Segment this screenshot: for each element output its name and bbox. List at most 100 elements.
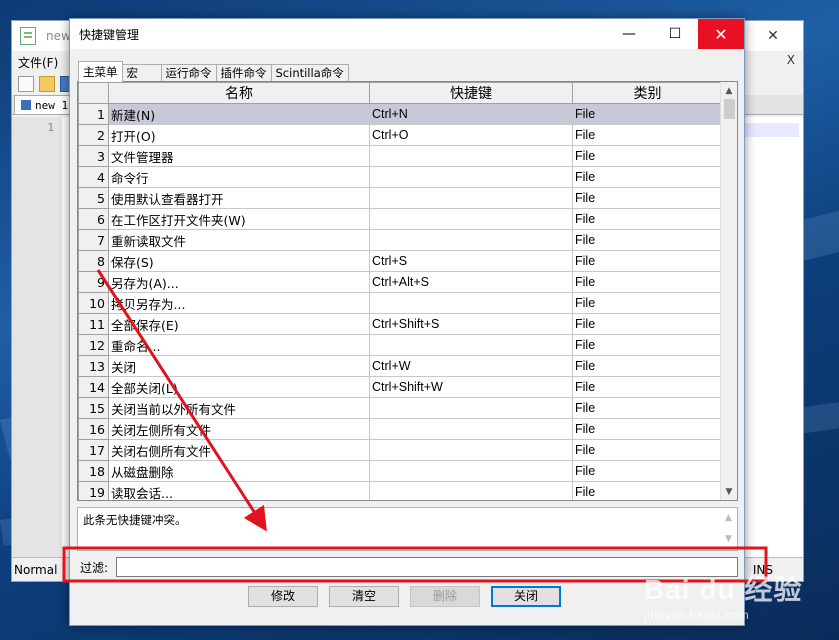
row-number[interactable]: 6 xyxy=(78,208,109,230)
row-number[interactable]: 9 xyxy=(78,271,109,293)
command-name-cell[interactable]: 全部保存(E) xyxy=(108,313,370,335)
command-name-cell[interactable]: 关闭当前以外所有文件 xyxy=(108,397,370,419)
category-cell[interactable]: File xyxy=(572,376,723,398)
shortcut-cell[interactable] xyxy=(369,208,573,230)
shortcut-cell[interactable] xyxy=(369,460,573,482)
row-number[interactable]: 11 xyxy=(78,313,109,335)
category-cell[interactable]: File xyxy=(572,208,723,230)
scroll-thumb[interactable] xyxy=(724,99,735,119)
row-number[interactable]: 13 xyxy=(78,355,109,377)
row-number[interactable]: 15 xyxy=(78,397,109,419)
document-tab[interactable]: new 1 xyxy=(14,95,76,114)
category-cell[interactable]: File xyxy=(572,460,723,482)
table-row[interactable]: 16 关闭左侧所有文件 File xyxy=(78,418,723,440)
shortcut-grid[interactable]: 名称 快捷键 类别 1 新建(N) Ctrl+N File 2 打开(O) Ctrl+O Fi… xyxy=(77,81,738,501)
close-icon[interactable]: ✕ xyxy=(698,19,744,49)
category-cell[interactable]: File xyxy=(572,229,723,251)
command-name-cell[interactable]: 重命名... xyxy=(108,334,370,356)
command-name-cell[interactable]: 从磁盘删除 xyxy=(108,460,370,482)
row-number[interactable]: 5 xyxy=(78,187,109,209)
row-number[interactable]: 8 xyxy=(78,250,109,272)
table-row[interactable]: 8 保存(S) Ctrl+S File xyxy=(78,250,723,272)
column-header-category[interactable]: 类别 xyxy=(572,82,723,104)
shortcut-cell[interactable] xyxy=(369,229,573,251)
shortcut-cell[interactable] xyxy=(369,334,573,356)
command-name-cell[interactable]: 命令行 xyxy=(108,166,370,188)
shortcut-cell[interactable] xyxy=(369,439,573,461)
category-cell[interactable]: File xyxy=(572,124,723,146)
shortcut-cell[interactable]: Ctrl+Shift+S xyxy=(369,313,573,335)
menu-close-icon[interactable]: X xyxy=(787,53,795,67)
table-row[interactable]: 11 全部保存(E) Ctrl+Shift+S File xyxy=(78,313,723,335)
shortcut-cell[interactable]: Ctrl+Shift+W xyxy=(369,376,573,398)
tab-macro[interactable]: 宏 xyxy=(121,64,162,82)
category-cell[interactable]: File xyxy=(572,313,723,335)
scroll-down-icon[interactable]: ▼ xyxy=(721,483,737,500)
maximize-icon[interactable]: ☐ xyxy=(652,19,698,49)
row-number[interactable]: 10 xyxy=(78,292,109,314)
command-name-cell[interactable]: 在工作区打开文件夹(W) xyxy=(108,208,370,230)
category-cell[interactable]: File xyxy=(572,271,723,293)
table-row[interactable]: 19 读取会话... File xyxy=(78,481,723,500)
menu-file[interactable]: 文件(F) xyxy=(18,54,58,71)
category-cell[interactable]: File xyxy=(572,292,723,314)
command-name-cell[interactable]: 另存为(A)... xyxy=(108,271,370,293)
row-number[interactable]: 7 xyxy=(78,229,109,251)
command-name-cell[interactable]: 使用默认查看器打开 xyxy=(108,187,370,209)
row-number[interactable]: 14 xyxy=(78,376,109,398)
shortcut-cell[interactable] xyxy=(369,187,573,209)
grid-scrollbar[interactable]: ▲ ▼ xyxy=(720,82,737,500)
shortcut-cell[interactable] xyxy=(369,481,573,500)
row-number[interactable]: 2 xyxy=(78,124,109,146)
table-row[interactable]: 13 关闭 Ctrl+W File xyxy=(78,355,723,377)
minimize-icon[interactable]: — xyxy=(606,19,652,49)
close-button[interactable]: 关闭 xyxy=(491,586,561,607)
command-name-cell[interactable]: 保存(S) xyxy=(108,250,370,272)
table-row[interactable]: 18 从磁盘删除 File xyxy=(78,460,723,482)
row-number[interactable]: 1 xyxy=(78,103,109,125)
table-row[interactable]: 14 全部关闭(L) Ctrl+Shift+W File xyxy=(78,376,723,398)
command-name-cell[interactable]: 全部关闭(L) xyxy=(108,376,370,398)
category-cell[interactable]: File xyxy=(572,334,723,356)
command-name-cell[interactable]: 打开(O) xyxy=(108,124,370,146)
shortcut-cell[interactable] xyxy=(369,397,573,419)
command-name-cell[interactable]: 拷贝另存为... xyxy=(108,292,370,314)
category-cell[interactable]: File xyxy=(572,103,723,125)
scroll-up-icon[interactable]: ▲ xyxy=(721,82,737,99)
shortcut-cell[interactable]: Ctrl+Alt+S xyxy=(369,271,573,293)
table-row[interactable]: 10 拷贝另存为... File xyxy=(78,292,723,314)
tab-plugin-commands[interactable]: 插件命令 xyxy=(215,64,272,82)
row-number[interactable]: 17 xyxy=(78,439,109,461)
modify-button[interactable]: 修改 xyxy=(248,586,318,607)
shortcut-cell[interactable] xyxy=(369,145,573,167)
tab-main-menu[interactable]: 主菜单 xyxy=(78,61,123,82)
table-row[interactable]: 12 重命名... File xyxy=(78,334,723,356)
open-file-icon[interactable] xyxy=(39,76,55,92)
command-name-cell[interactable]: 文件管理器 xyxy=(108,145,370,167)
command-name-cell[interactable]: 读取会话... xyxy=(108,481,370,500)
shortcut-cell[interactable] xyxy=(369,418,573,440)
category-cell[interactable]: File xyxy=(572,145,723,167)
command-name-cell[interactable]: 关闭左侧所有文件 xyxy=(108,418,370,440)
row-number[interactable]: 16 xyxy=(78,418,109,440)
category-cell[interactable]: File xyxy=(572,418,723,440)
category-cell[interactable]: File xyxy=(572,250,723,272)
table-row[interactable]: 6 在工作区打开文件夹(W) File xyxy=(78,208,723,230)
column-header-shortcut[interactable]: 快捷键 xyxy=(369,82,573,104)
shortcut-cell[interactable]: Ctrl+O xyxy=(369,124,573,146)
command-name-cell[interactable]: 新建(N) xyxy=(108,103,370,125)
shortcut-cell[interactable]: Ctrl+W xyxy=(369,355,573,377)
table-row[interactable]: 17 关闭右侧所有文件 File xyxy=(78,439,723,461)
table-row[interactable]: 2 打开(O) Ctrl+O File xyxy=(78,124,723,146)
category-cell[interactable]: File xyxy=(572,355,723,377)
table-row[interactable]: 9 另存为(A)... Ctrl+Alt+S File xyxy=(78,271,723,293)
table-row[interactable]: 15 关闭当前以外所有文件 File xyxy=(78,397,723,419)
row-number[interactable]: 4 xyxy=(78,166,109,188)
category-cell[interactable]: File xyxy=(572,397,723,419)
table-row[interactable]: 7 重新读取文件 File xyxy=(78,229,723,251)
table-row[interactable]: 4 命令行 File xyxy=(78,166,723,188)
table-row[interactable]: 5 使用默认查看器打开 File xyxy=(78,187,723,209)
background-close-icon[interactable]: ✕ xyxy=(743,21,803,51)
shortcut-cell[interactable] xyxy=(369,166,573,188)
column-header-name[interactable]: 名称 xyxy=(108,82,370,104)
